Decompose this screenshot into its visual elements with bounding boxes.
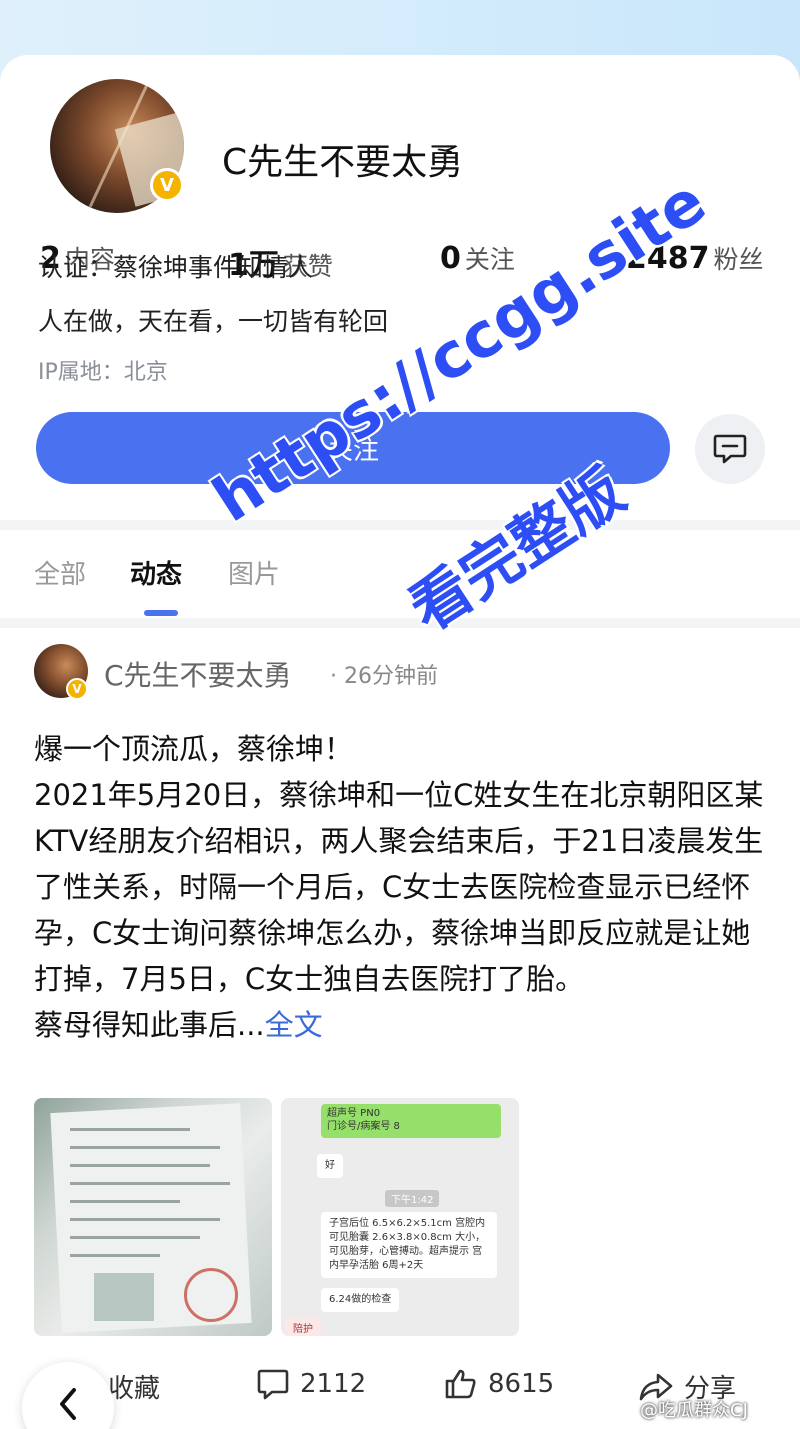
- favorite-label: 收藏: [108, 1374, 161, 1404]
- stat-label: 粉丝: [713, 245, 764, 274]
- image-content: [70, 1128, 190, 1131]
- profile-card: V C先生不要太勇 2 内容 1万 获赞 0 关注 2487 粉丝 认证：蔡徐坤…: [0, 55, 800, 520]
- follow-button[interactable]: 关注: [36, 412, 670, 484]
- stat-label: 关注: [464, 245, 515, 274]
- post-content[interactable]: 爆一个顶流瓜，蔡徐坤！ 2021年5月20日，蔡徐坤和一位C姓女生在北京朝阳区某…: [34, 726, 774, 1048]
- v-badge-icon: V: [150, 168, 184, 202]
- post-image-chat[interactable]: 超声号 PN0 门诊号/病案号 8 好 下午1:42 子宫后位 6.5×6.2×…: [281, 1098, 519, 1336]
- ip-location: IP属地：北京: [38, 360, 168, 385]
- chat-header-bubble: 超声号 PN0 门诊号/病案号 8: [321, 1104, 501, 1138]
- image-content: [70, 1146, 220, 1149]
- image-content: [70, 1236, 200, 1239]
- tab-images[interactable]: 图片: [228, 554, 280, 591]
- certification-text: 认证：蔡徐坤事件知情人: [38, 253, 314, 282]
- comment-icon: [257, 1369, 289, 1400]
- image-content: [70, 1182, 230, 1185]
- image-content: [70, 1218, 220, 1221]
- comment-button[interactable]: 2112: [256, 1368, 366, 1400]
- v-badge-icon: V: [66, 678, 88, 700]
- tab-posts[interactable]: 动态: [130, 554, 182, 591]
- image-content: [70, 1200, 180, 1203]
- image-content: [94, 1273, 154, 1321]
- profile-motto: 人在做，天在看，一切皆有轮回: [38, 307, 389, 336]
- like-button[interactable]: 8615: [444, 1368, 554, 1400]
- chat-header-line: 门诊号/病案号 8: [327, 1121, 400, 1132]
- message-button[interactable]: [695, 414, 765, 484]
- image-content: [70, 1254, 160, 1257]
- stat-number: 0: [440, 241, 461, 276]
- chat-report: 子宫后位 6.5×6.2×5.1cm 宫腔内可见胎囊 2.6×3.8×0.8cm…: [321, 1212, 497, 1278]
- post-timestamp: · 26分钟前: [330, 664, 438, 689]
- chat-reply: 好: [317, 1154, 343, 1178]
- post-card: V C先生不要太勇 · 26分钟前 爆一个顶流瓜，蔡徐坤！ 2021年5月20日…: [0, 628, 800, 1429]
- read-more-link[interactable]: 全文: [265, 1008, 323, 1042]
- like-count: 8615: [488, 1369, 555, 1399]
- chat-header-line: 超声号 PN0: [327, 1108, 381, 1119]
- profile-name: C先生不要太勇: [222, 142, 464, 183]
- post-title: 爆一个顶流瓜，蔡徐坤！: [34, 732, 354, 766]
- post-truncated-text: 蔡母得知此事后...: [34, 1008, 265, 1042]
- profile-tabs: 全部 动态 图片: [0, 530, 800, 618]
- tab-all[interactable]: 全部: [34, 554, 86, 591]
- stat-followers[interactable]: 2487 粉丝: [626, 240, 764, 276]
- post-author-name[interactable]: C先生不要太勇: [104, 654, 292, 694]
- chat-footer: 陪护: [285, 1318, 321, 1336]
- chevron-left-icon: [60, 1388, 76, 1420]
- post-body-text: 2021年5月20日，蔡徐坤和一位C姓女生在北京朝阳区某KTV经朋友介绍相识，两…: [34, 778, 764, 996]
- comment-count: 2112: [300, 1369, 367, 1399]
- post-last-line: 蔡母得知此事后...全文: [34, 1002, 774, 1048]
- source-watermark: @吃瓜群众CJ: [640, 1400, 748, 1421]
- post-image-document[interactable]: [34, 1098, 272, 1336]
- image-content: [70, 1164, 210, 1167]
- chat-note: 6.24做的检查: [321, 1288, 400, 1312]
- favorite-button[interactable]: 收藏: [108, 1368, 160, 1405]
- chat-time: 下午1:42: [385, 1190, 440, 1207]
- thumbs-up-icon: [445, 1369, 476, 1399]
- stat-following[interactable]: 0 关注: [440, 240, 515, 276]
- chat-bubble-icon: [713, 434, 747, 464]
- stamp-mark: [184, 1268, 238, 1322]
- active-tab-indicator: [144, 610, 178, 616]
- stat-number: 2487: [626, 241, 710, 276]
